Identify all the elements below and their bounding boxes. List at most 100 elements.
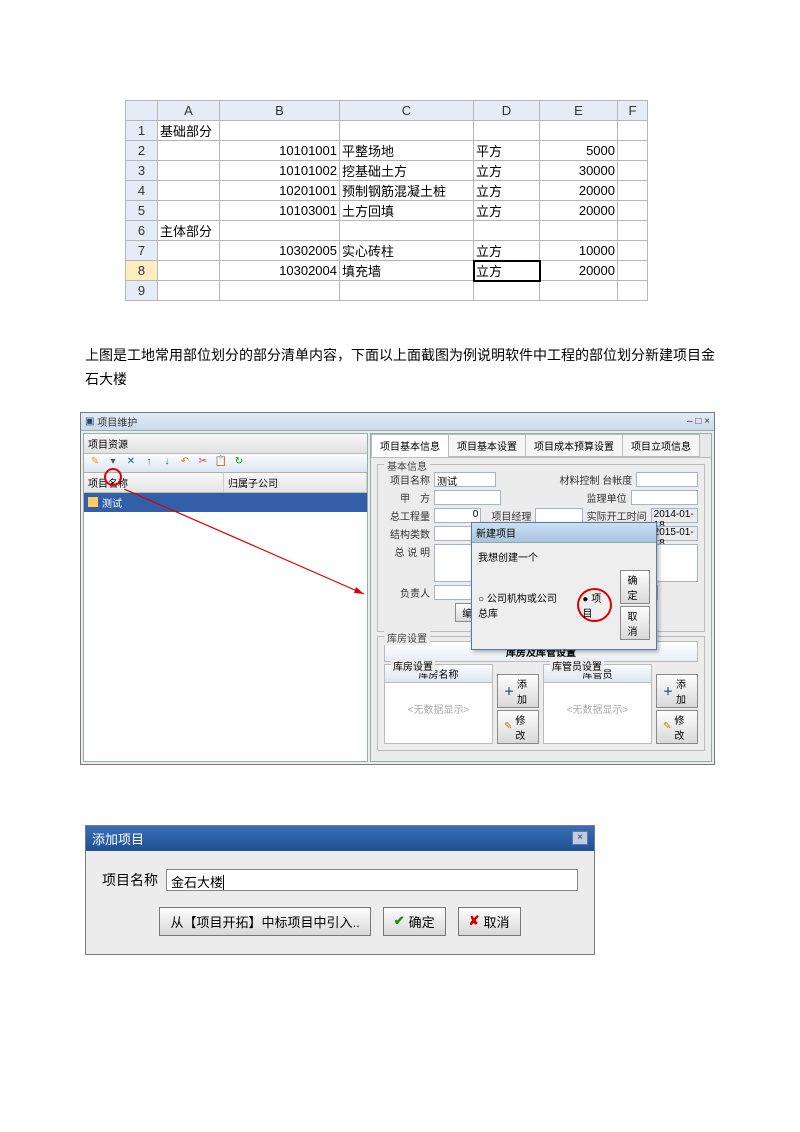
cut-icon[interactable]: ✂: [196, 456, 210, 470]
col-header[interactable]: E: [540, 101, 618, 121]
up-icon[interactable]: ↑: [142, 456, 156, 470]
col-header[interactable]: F: [618, 101, 648, 121]
row-header[interactable]: 6: [126, 221, 158, 241]
input-end[interactable]: 2015-01-18: [651, 526, 698, 541]
import-button[interactable]: 从【项目开拓】中标项目中引入..: [159, 907, 370, 936]
radio-project[interactable]: ● 项目: [582, 594, 601, 620]
cell[interactable]: [220, 281, 340, 301]
maximize-icon[interactable]: □: [695, 416, 701, 427]
row-header[interactable]: 9: [126, 281, 158, 301]
col-header[interactable]: D: [474, 101, 540, 121]
cell[interactable]: 实心砖柱: [340, 241, 474, 261]
cell[interactable]: [618, 161, 648, 181]
row-header[interactable]: 3: [126, 161, 158, 181]
row-header[interactable]: 1: [126, 121, 158, 141]
cell[interactable]: [618, 181, 648, 201]
tab-cost-budget[interactable]: 项目成本预算设置: [525, 434, 623, 457]
titlebar[interactable]: ▣ 项目维护 – □ ×: [81, 413, 714, 431]
cell[interactable]: 预制钢筋混凝土桩: [340, 181, 474, 201]
cell[interactable]: 基础部分: [158, 121, 220, 141]
cell[interactable]: 立方: [474, 201, 540, 221]
input-start[interactable]: 2014-01-18: [651, 508, 698, 523]
row-header[interactable]: 7: [126, 241, 158, 261]
cell[interactable]: [474, 121, 540, 141]
cell[interactable]: 土方回填: [340, 201, 474, 221]
cell[interactable]: [340, 121, 474, 141]
cell[interactable]: 10302005: [220, 241, 340, 261]
tab-basic-info[interactable]: 项目基本信息: [371, 434, 449, 457]
cell[interactable]: [158, 261, 220, 281]
minimize-icon[interactable]: –: [687, 416, 693, 427]
cell[interactable]: 平方: [474, 141, 540, 161]
col-header[interactable]: C: [340, 101, 474, 121]
cell[interactable]: [340, 281, 474, 301]
cell[interactable]: 20000: [540, 201, 618, 221]
row-header[interactable]: 4: [126, 181, 158, 201]
col-company[interactable]: 归属子公司: [224, 473, 367, 492]
wh-edit-button[interactable]: ✎修改: [497, 710, 539, 744]
cell[interactable]: [474, 281, 540, 301]
tab-basic-settings[interactable]: 项目基本设置: [448, 434, 526, 457]
cell[interactable]: [158, 201, 220, 221]
input-supervisor[interactable]: [631, 490, 698, 505]
undo-icon[interactable]: ↶: [178, 456, 192, 470]
close-icon[interactable]: ×: [572, 831, 588, 845]
cell[interactable]: 挖基础土方: [340, 161, 474, 181]
col-header[interactable]: B: [220, 101, 340, 121]
cell[interactable]: [618, 141, 648, 161]
mgr-add-button[interactable]: ＋添加: [656, 674, 698, 708]
input-project-name[interactable]: 金石大楼: [166, 869, 578, 891]
input-material-ctrl[interactable]: [636, 472, 698, 487]
cell[interactable]: 10101002: [220, 161, 340, 181]
selected-cell[interactable]: 立方: [474, 261, 540, 281]
cell[interactable]: [158, 161, 220, 181]
cell[interactable]: [540, 121, 618, 141]
cell[interactable]: 20000: [540, 181, 618, 201]
add-dlg-titlebar[interactable]: 添加项目 ×: [86, 826, 594, 851]
new-icon[interactable]: ✎: [88, 456, 102, 470]
cell[interactable]: [340, 221, 474, 241]
dlg-ok-button[interactable]: 确定: [620, 570, 650, 604]
cell[interactable]: [618, 281, 648, 301]
cell[interactable]: [158, 241, 220, 261]
cell[interactable]: 主体部分: [158, 221, 220, 241]
cell[interactable]: [618, 221, 648, 241]
refresh-icon[interactable]: ↻: [232, 456, 246, 470]
cancel-button[interactable]: ✘取消: [458, 907, 521, 936]
mgr-edit-button[interactable]: ✎修改: [656, 710, 698, 744]
row-header[interactable]: 8: [126, 261, 158, 281]
cell[interactable]: 10000: [540, 241, 618, 261]
row-header[interactable]: 2: [126, 141, 158, 161]
cell[interactable]: [158, 181, 220, 201]
cell[interactable]: [158, 141, 220, 161]
cell[interactable]: [158, 281, 220, 301]
cell[interactable]: 10103001: [220, 201, 340, 221]
input-jia[interactable]: [434, 490, 501, 505]
row-header[interactable]: 5: [126, 201, 158, 221]
cell[interactable]: [220, 121, 340, 141]
corner-cell[interactable]: [126, 101, 158, 121]
dlg-cancel-button[interactable]: 取消: [620, 606, 650, 640]
dropdown-icon[interactable]: ▾: [106, 456, 120, 470]
radio-company[interactable]: ○ 公司机构或公司总库: [478, 590, 564, 620]
cell[interactable]: 立方: [474, 181, 540, 201]
cell[interactable]: [540, 221, 618, 241]
wh-add-button[interactable]: ＋添加: [497, 674, 539, 708]
tab-approval-info[interactable]: 项目立项信息: [622, 434, 700, 457]
cell[interactable]: 10101001: [220, 141, 340, 161]
cell[interactable]: 立方: [474, 161, 540, 181]
cell[interactable]: 平整场地: [340, 141, 474, 161]
cell[interactable]: 30000: [540, 161, 618, 181]
tree-row-selected[interactable]: 测试: [84, 493, 367, 512]
cell[interactable]: 立方: [474, 241, 540, 261]
input-quantity[interactable]: 0: [434, 508, 481, 523]
cell[interactable]: 填充墙: [340, 261, 474, 281]
cell[interactable]: [618, 241, 648, 261]
col-header[interactable]: A: [158, 101, 220, 121]
dlg-title[interactable]: 新建项目: [472, 523, 656, 543]
cell[interactable]: 5000: [540, 141, 618, 161]
paste-icon[interactable]: 📋: [214, 456, 228, 470]
col-project-name[interactable]: 项目名称: [84, 473, 224, 492]
input-pm[interactable]: [535, 508, 582, 523]
cell[interactable]: [618, 261, 648, 281]
